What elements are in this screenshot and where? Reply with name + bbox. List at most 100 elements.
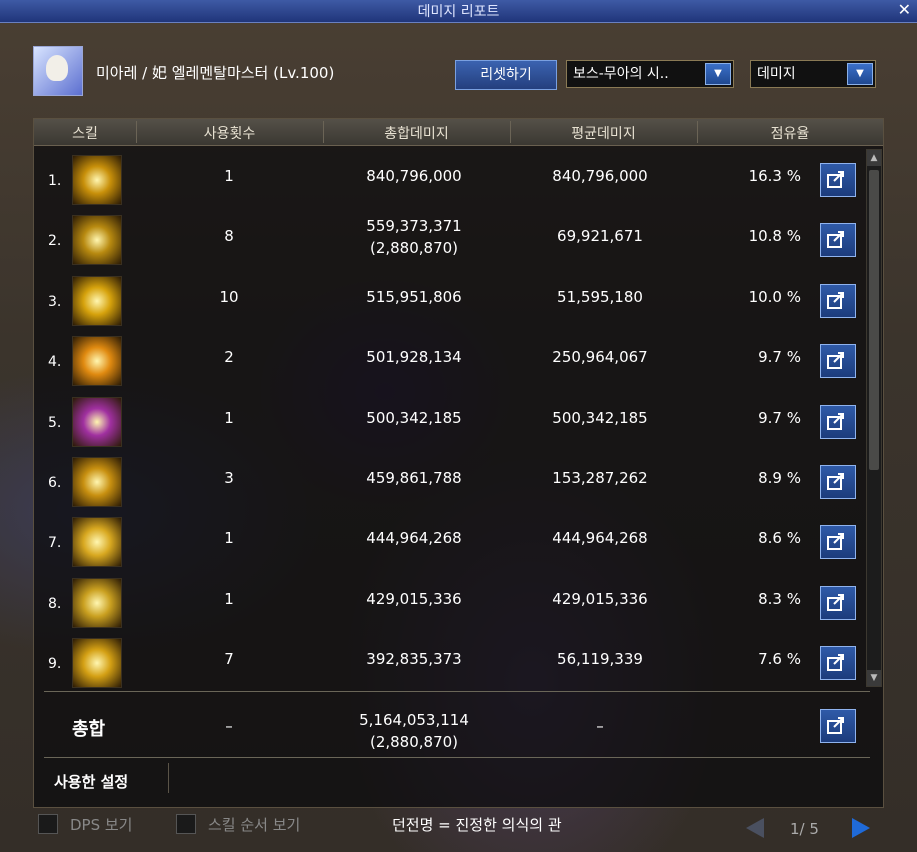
share-icon bbox=[827, 171, 844, 188]
purple-dome-icon bbox=[72, 396, 122, 447]
burst-star-icon bbox=[72, 517, 122, 568]
share-icon bbox=[827, 533, 844, 551]
share-icon bbox=[827, 412, 844, 430]
row-count: 1 bbox=[224, 589, 234, 608]
share-icon bbox=[827, 473, 844, 490]
prev-page-icon[interactable] bbox=[746, 818, 764, 838]
used-settings-label: 사용한 설정 bbox=[54, 773, 129, 791]
row-count: 3 bbox=[224, 469, 234, 487]
scrollbar[interactable]: ▲ ▼ bbox=[866, 149, 882, 687]
row-share: 16.3 % bbox=[748, 167, 801, 185]
character-name: 미아레 / 𡚱 엘레멘탈마스터 (Lv.100) bbox=[96, 64, 335, 82]
row-total: 501,928,134 bbox=[366, 348, 462, 367]
table-row: 6. 3 459,861,788 153,287,262 8.9 % bbox=[34, 451, 869, 511]
row-count: 2 bbox=[224, 348, 234, 367]
total-damage-sub: (2,880,870) bbox=[369, 733, 459, 751]
table-row: 9. 7 392,835,373 56,119,339 7.6 % bbox=[34, 632, 869, 692]
row-rank: 7. bbox=[48, 535, 62, 552]
share-button[interactable] bbox=[820, 223, 856, 258]
row-rank: 8. bbox=[48, 595, 62, 612]
total-label: 총합 bbox=[72, 719, 106, 740]
row-rank: 6. bbox=[48, 475, 62, 491]
row-rank: 1. bbox=[48, 173, 62, 189]
row-average: 153,287,262 bbox=[552, 469, 648, 487]
row-average: 250,964,067 bbox=[552, 348, 648, 367]
row-total: 444,964,268 bbox=[366, 529, 462, 548]
boss-select[interactable]: 보스-무아의 시.. ▼ bbox=[566, 60, 734, 88]
table-header: 스킬 사용횟수 총합데미지 평균데미지 점유율 bbox=[34, 119, 883, 146]
row-share: 8.9 % bbox=[758, 469, 801, 487]
total-average: – bbox=[596, 717, 604, 735]
row-total: 515,951,806 bbox=[366, 287, 462, 306]
divider bbox=[44, 757, 870, 758]
row-total: 559,373,371 bbox=[366, 217, 462, 236]
share-button[interactable] bbox=[820, 404, 856, 439]
row-total-sub: (2,880,870) bbox=[369, 239, 459, 258]
dps-view-checkbox[interactable] bbox=[38, 814, 58, 834]
row-count: 1 bbox=[224, 529, 234, 548]
scroll-thumb[interactable] bbox=[869, 170, 879, 470]
next-page-icon[interactable] bbox=[852, 818, 870, 838]
table-row: 1. 1 840,796,000 840,796,000 16.3 % bbox=[34, 149, 869, 209]
row-count: 10 bbox=[219, 287, 239, 306]
dps-view-label: DPS 보기 bbox=[70, 816, 133, 834]
row-total: 392,835,373 bbox=[366, 650, 462, 669]
row-share: 8.3 % bbox=[758, 589, 801, 608]
lightning-columns-icon bbox=[72, 275, 122, 326]
chevron-down-icon[interactable]: ▼ bbox=[705, 63, 731, 85]
header-total: 총합데미지 bbox=[384, 126, 449, 142]
row-average: 500,342,185 bbox=[552, 408, 648, 427]
share-button[interactable] bbox=[820, 163, 856, 197]
row-total: 500,342,185 bbox=[366, 408, 462, 427]
table-row: 4. 2 501,928,134 250,964,067 9.7 % bbox=[34, 330, 869, 390]
share-icon bbox=[827, 352, 844, 370]
row-share: 7.6 % bbox=[758, 650, 801, 669]
share-button[interactable] bbox=[820, 283, 856, 318]
row-total: 840,796,000 bbox=[366, 167, 462, 185]
page-indicator: 1/ 5 bbox=[790, 820, 819, 838]
row-count: 1 bbox=[224, 167, 234, 185]
chevron-down-icon[interactable]: ▼ bbox=[847, 63, 873, 85]
share-icon bbox=[827, 717, 844, 734]
header-share: 점유율 bbox=[770, 126, 810, 142]
share-button[interactable] bbox=[820, 465, 856, 499]
share-button[interactable] bbox=[820, 525, 856, 560]
title-bar: 데미지 리포트 ✕ bbox=[0, 0, 917, 23]
skill-order-checkbox[interactable] bbox=[176, 814, 196, 834]
row-count: 8 bbox=[224, 227, 234, 246]
row-rank: 3. bbox=[48, 293, 62, 310]
table-row: 3. 10 515,951,806 51,595,180 10.0 % bbox=[34, 270, 869, 330]
row-count: 1 bbox=[224, 408, 234, 427]
row-share: 8.6 % bbox=[758, 529, 801, 548]
scroll-up-icon[interactable]: ▲ bbox=[867, 150, 881, 166]
starburst-icon bbox=[72, 336, 122, 387]
share-icon bbox=[827, 654, 844, 672]
scroll-down-icon[interactable]: ▼ bbox=[867, 670, 881, 686]
dungeon-name: 던전명 = 진정한 의식의 관 bbox=[392, 816, 562, 834]
total-damage: 5,164,053,114 bbox=[359, 711, 469, 729]
close-icon[interactable]: ✕ bbox=[898, 0, 911, 19]
header-skill: 스킬 bbox=[72, 126, 98, 142]
row-average: 56,119,339 bbox=[557, 650, 643, 669]
damage-report-panel: 스킬 사용횟수 총합데미지 평균데미지 점유율 1. 1 840,796,000… bbox=[33, 118, 884, 808]
share-button[interactable] bbox=[820, 585, 856, 620]
total-count: – bbox=[225, 717, 233, 735]
table-row: 7. 1 444,964,268 444,964,268 8.6 % bbox=[34, 511, 869, 571]
row-average: 429,015,336 bbox=[552, 589, 648, 608]
row-share: 10.8 % bbox=[748, 227, 801, 246]
row-total: 429,015,336 bbox=[366, 589, 462, 608]
row-average: 840,796,000 bbox=[552, 167, 648, 185]
cross-slash-icon bbox=[72, 215, 122, 266]
reset-button[interactable]: 리셋하기 bbox=[455, 60, 557, 90]
share-total-button[interactable] bbox=[820, 709, 856, 743]
share-button[interactable] bbox=[820, 344, 856, 379]
skill-order-label: 스킬 순서 보기 bbox=[208, 816, 301, 834]
black-sphere-icon bbox=[72, 577, 122, 628]
boss-select-value: 보스-무아의 시.. bbox=[573, 66, 669, 82]
share-button[interactable] bbox=[820, 646, 856, 681]
row-rank: 4. bbox=[48, 354, 62, 371]
header-count: 사용횟수 bbox=[203, 126, 256, 142]
metric-select[interactable]: 데미지 ▼ bbox=[750, 60, 876, 88]
row-rank: 2. bbox=[48, 233, 62, 250]
halo-flare-icon bbox=[72, 457, 122, 507]
